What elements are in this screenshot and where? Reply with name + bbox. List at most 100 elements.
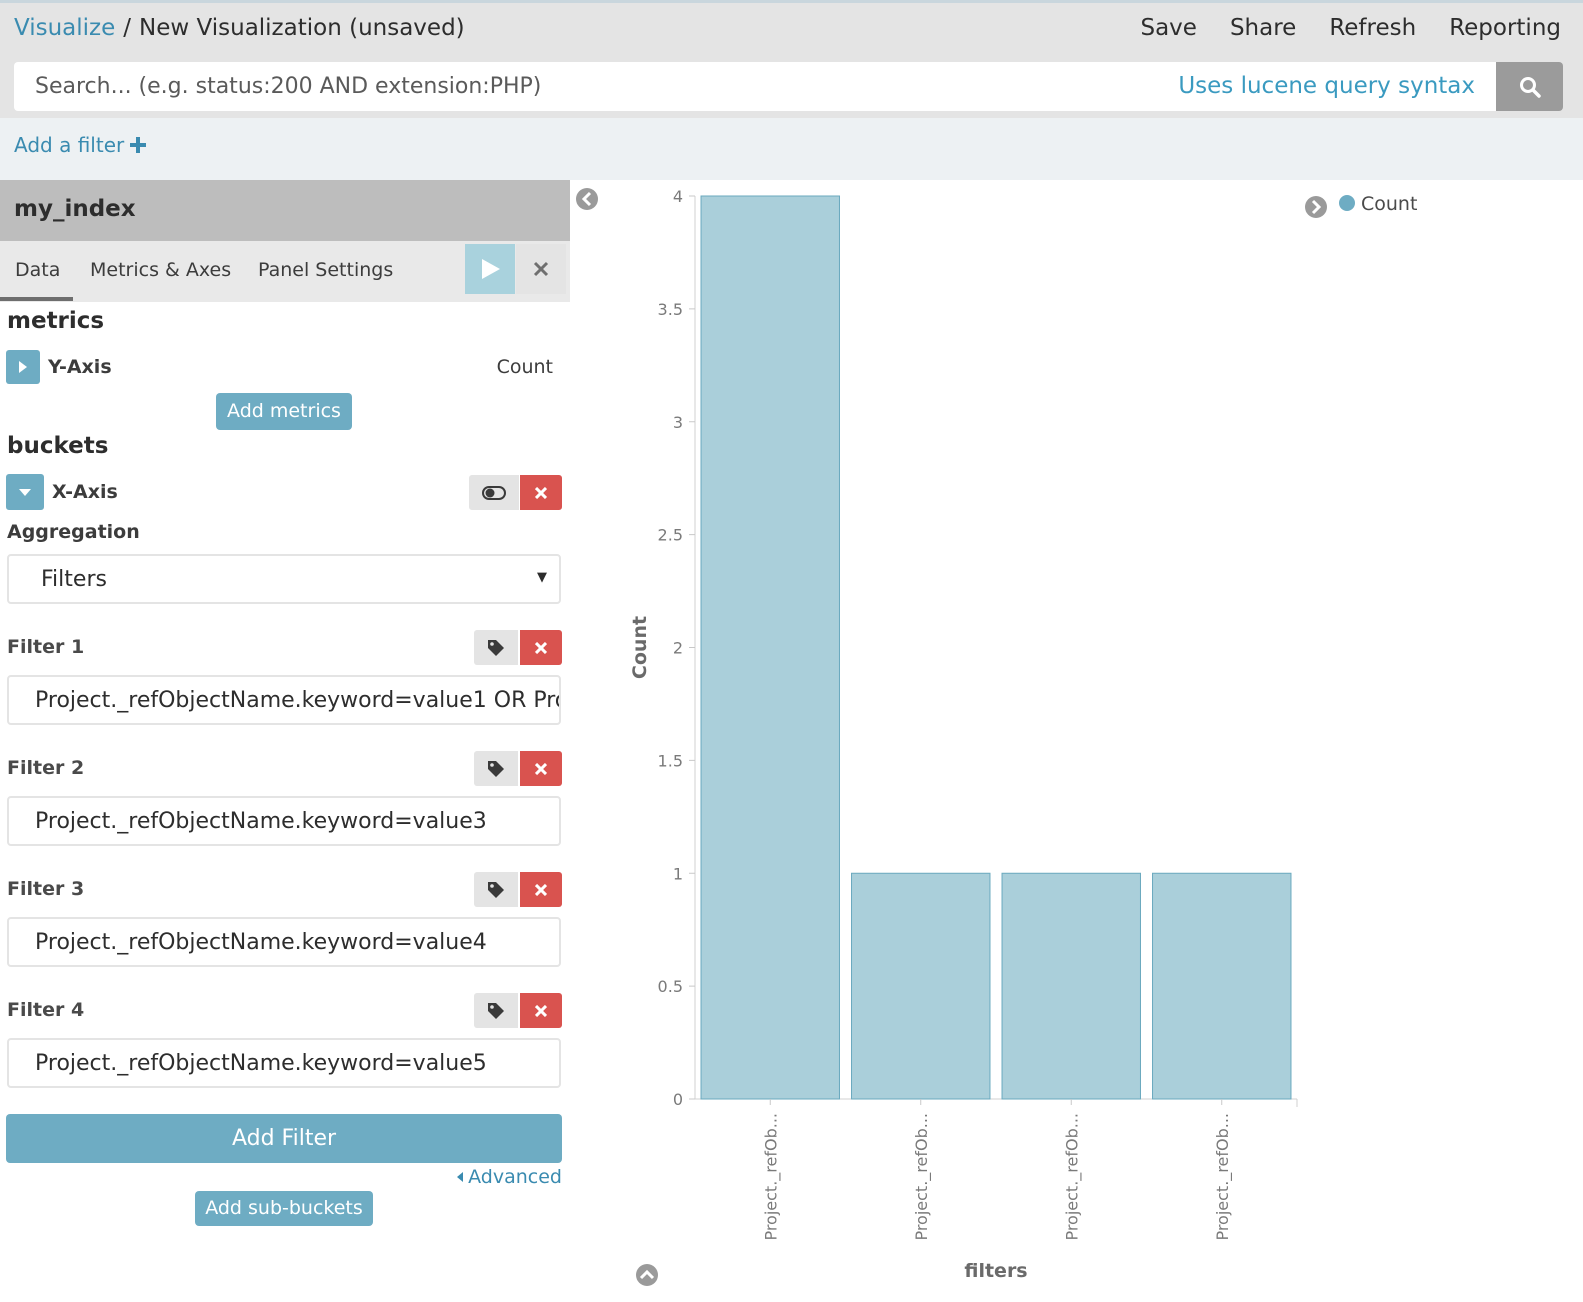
bar[interactable] [1152,872,1292,1100]
top-nav: Visualize / New Visualization (unsaved) Sa… [0,0,1583,60]
apply-changes-button[interactable] [465,244,515,294]
add-metrics-button[interactable]: Add metrics [216,393,352,430]
x-tick-label: Project._refOb... [761,1113,781,1241]
dropdown-caret-icon: ▼ [537,570,547,585]
y-tick-label: 2 [673,639,683,658]
add-sub-buckets-button[interactable]: Add sub-buckets [195,1191,373,1226]
collapse-sidebar-icon[interactable] [576,188,598,210]
tab-panel-settings[interactable]: Panel Settings [258,259,393,281]
active-tab-indicator [0,297,73,301]
search-icon [1519,76,1541,98]
bar[interactable] [1001,872,1141,1100]
save-menu-item[interactable]: Save [1140,15,1196,41]
filter-1-input[interactable]: Project._refObjectName.keyword=value1 OR… [7,675,561,725]
vis-editor-sidebar: my_index Data Metrics & Axes Panel Setti… [0,180,570,1302]
tag-icon [488,760,504,777]
lucene-syntax-link[interactable]: Uses lucene query syntax [1178,73,1475,99]
x-axis-label: X-Axis [52,481,118,503]
y-axis-title: Count [629,616,651,679]
x-tick-label: Project._refOb... [1062,1113,1082,1241]
tag-icon [488,1002,504,1019]
close-icon [533,261,549,277]
aggregation-label: Aggregation [7,521,140,543]
breadcrumb-current: New Visualization (unsaved) [139,15,465,41]
breadcrumb-visualize-link[interactable]: Visualize [14,15,115,41]
y-tick-label: 3 [673,413,683,432]
x-axis-enable-toggle[interactable] [469,475,519,510]
metrics-section-title: metrics [7,308,105,334]
index-title: my_index [14,196,136,222]
reporting-menu-item[interactable]: Reporting [1449,15,1561,41]
chevron-up-icon[interactable] [636,1264,658,1286]
aggregation-selected-value: Filters [41,566,107,592]
caret-down-icon [19,489,31,496]
caret-left-icon [457,1172,464,1182]
index-header: my_index [0,180,570,241]
close-icon [535,486,547,499]
legend-toggle-icon[interactable] [1305,196,1327,218]
y-tick-label: 1 [673,864,683,883]
top-menu: Save Share Refresh Reporting [1140,15,1561,41]
search-button[interactable] [1496,62,1563,111]
bar-chart: 0 0.5 1 1.5 2 2.5 3 3.5 4 Count filters Project._r… [576,187,1417,1286]
filter-3-remove-button[interactable] [520,872,562,907]
play-icon [482,259,500,279]
breadcrumb: Visualize / New Visualization (unsaved) [14,15,465,41]
filter-4-input[interactable]: Project._refObjectName.keyword=value5 [7,1038,561,1088]
filter-bar: Add a filter [0,118,1583,180]
refresh-menu-item[interactable]: Refresh [1329,15,1416,41]
add-a-filter-link[interactable]: Add a filter [14,133,147,157]
x-axis-remove-button[interactable] [520,475,562,510]
tab-data[interactable]: Data [15,259,60,281]
breadcrumb-separator: / [123,15,132,41]
filter-2-label: Filter 2 [7,757,85,779]
filter-2-value: Project._refObjectName.keyword=value3 [35,808,487,834]
filter-3-label: Filter 3 [7,878,85,900]
filter-4-label-button[interactable] [474,993,518,1028]
filter-3-value: Project._refObjectName.keyword=value4 [35,929,487,955]
buckets-section-title: buckets [7,433,109,459]
legend-label-count[interactable]: Count [1361,193,1417,215]
filter-1-value: Project._refObjectName.keyword=value1 OR… [35,687,559,713]
y-axis-label: Y-Axis [48,356,112,378]
discard-changes-button[interactable] [516,244,566,294]
y-tick-label: 3.5 [658,300,683,319]
filter-2-input[interactable]: Project._refObjectName.keyword=value3 [7,796,561,846]
filter-1-label-button[interactable] [474,630,518,665]
bar[interactable] [700,195,840,1100]
x-tick-label: Project._refOb... [1213,1113,1233,1241]
y-axis-expand-toggle[interactable] [6,350,40,384]
filter-4-label: Filter 4 [7,999,85,1021]
advanced-link[interactable]: Advanced [456,1166,562,1188]
add-filter-button[interactable]: Add Filter [6,1114,562,1163]
y-tick-label: 0.5 [658,977,683,996]
filter-1-label: Filter 1 [7,636,85,658]
share-menu-item[interactable]: Share [1230,15,1296,41]
plus-icon [130,137,147,153]
advanced-link-label: Advanced [468,1166,562,1188]
tag-icon [488,881,504,898]
x-tick-label: Project._refOb... [912,1113,932,1241]
close-icon [535,762,547,775]
caret-right-icon [19,361,27,373]
x-axis-collapse-toggle[interactable] [6,474,44,510]
y-tick-label: 1.5 [658,751,683,770]
y-tick-label: 4 [673,187,683,206]
filter-3-input[interactable]: Project._refObjectName.keyword=value4 [7,917,561,967]
chart-panel: 0 0.5 1 1.5 2 2.5 3 3.5 4 Count filters Project._r… [570,180,1583,1302]
filter-2-label-button[interactable] [474,751,518,786]
close-icon [535,883,547,896]
tab-metrics-axes[interactable]: Metrics & Axes [90,259,231,281]
filter-3-label-button[interactable] [474,872,518,907]
close-icon [535,641,547,654]
tag-icon [488,639,504,656]
filter-1-remove-button[interactable] [520,630,562,665]
query-bar: Uses lucene query syntax [0,60,1583,118]
filter-2-remove-button[interactable] [520,751,562,786]
editor-tabs: Data Metrics & Axes Panel Settings [0,241,570,302]
bar[interactable] [851,872,991,1100]
aggregation-select[interactable]: Filters ▼ [7,554,561,604]
filter-4-remove-button[interactable] [520,993,562,1028]
close-icon [535,1004,547,1017]
y-tick-label: 2.5 [658,526,683,545]
